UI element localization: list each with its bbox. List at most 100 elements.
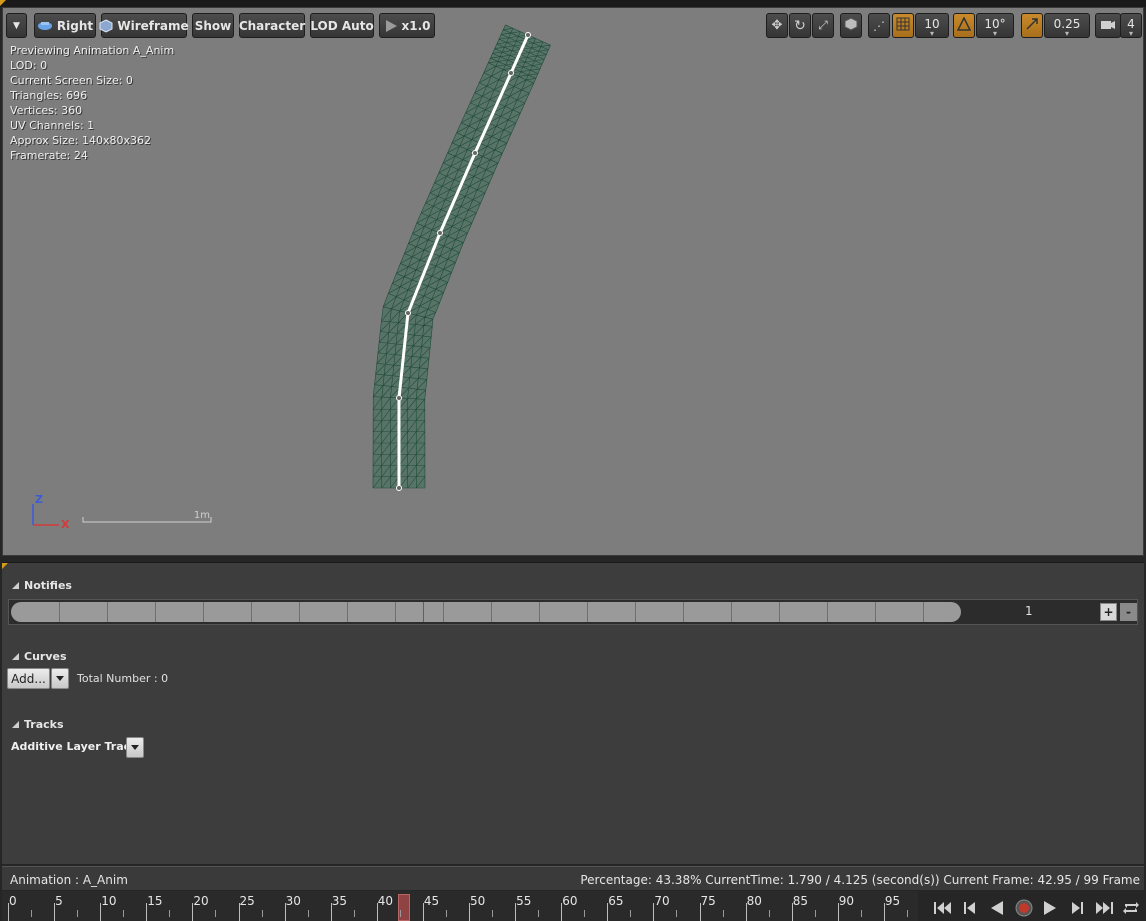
play-button[interactable] [1038,897,1062,919]
curves-section-header[interactable]: Curves [12,650,67,663]
viewport-options-button[interactable]: ▼ [6,13,27,38]
timeline-minor-tick [261,910,263,917]
notify-segment-divider [395,602,396,622]
notify-segment-divider [683,602,684,622]
add-curve-dropdown[interactable] [51,668,69,689]
timeline-label: 85 [792,894,808,908]
camera-icon [1100,18,1116,33]
stats-line: Current Screen Size: 0 [10,74,133,87]
show-label: Show [194,18,232,33]
transport-controls [930,895,1144,921]
skip-to-end-button[interactable] [1092,897,1116,919]
add-track-button[interactable]: + [1100,603,1117,621]
wireframe-cube-icon [99,18,113,33]
timeline-label: 55 [516,894,532,908]
timeline-label: 15 [147,894,163,908]
angle-snap-toggle[interactable] [953,13,975,38]
camera-speed-button[interactable] [1095,13,1121,38]
timeline-label: 25 [239,894,255,908]
grid-snap-toggle[interactable] [892,13,914,38]
skip-to-start-button[interactable] [931,897,955,919]
remove-track-button[interactable]: - [1120,603,1137,621]
record-icon [1015,899,1033,917]
grid-snap-value[interactable]: 10 [915,13,949,38]
loop-icon [1122,902,1139,914]
record-button[interactable] [1012,897,1036,919]
stats-line: Triangles: 696 [10,89,88,102]
notify-segment-divider [443,602,444,622]
angle-snap-value[interactable]: 10° [976,13,1014,38]
notifies-title: Notifies [24,579,72,592]
wireframe-button[interactable]: Wireframe [99,13,189,38]
play-icon [1044,901,1057,915]
notify-track[interactable]: 1 + - [8,599,1138,625]
show-button[interactable]: Show [192,13,234,38]
notify-segment-divider [251,602,252,622]
viewport[interactable]: ▼ Right Wireframe Show Character LOD Aut… [2,7,1144,556]
timeline-label: 40 [377,894,394,908]
plus-icon: + [1103,605,1114,619]
scale-bar: 1m [82,510,212,525]
additive-tracks-dropdown[interactable] [126,737,144,758]
timeline-minor-tick [399,910,401,917]
timeline-label: 65 [608,894,624,908]
tracks-section-header[interactable]: Tracks [12,718,64,731]
minus-icon: - [1126,605,1131,619]
step-back-button[interactable] [958,897,982,919]
notify-segment-divider [731,602,732,622]
timeline-minor-tick [169,910,171,917]
scale-snap-toggle[interactable] [1021,13,1043,38]
character-button[interactable]: Character [239,13,305,38]
timeline-minor-tick [768,910,770,917]
timeline-label: 75 [700,894,716,908]
scale-tool-button[interactable]: ⤢ [812,13,834,38]
timeline-minor-tick [445,910,447,917]
skip-end-icon [1095,902,1113,914]
timeline-label: 5 [55,894,63,908]
timeline-minor-tick [538,910,540,917]
move-icon: ✥ [771,18,783,33]
notify-segment-divider [203,602,204,622]
notify-segment-divider [635,602,636,622]
view-mode-label: Right [56,18,94,33]
grid-icon [896,17,910,34]
lod-button[interactable]: LOD Auto [310,13,374,38]
scale-snap-value[interactable]: 0.25 [1044,13,1090,38]
timeline-label: 20 [193,894,209,908]
translate-tool-button[interactable]: ✥ [766,13,788,38]
chevron-down-icon: ▼ [13,20,20,31]
perspective-icon [37,19,53,33]
timeline-minor-tick [77,910,79,917]
add-curve-button[interactable]: Add... [7,668,50,689]
timeline-label: 0 [9,894,17,908]
rotate-tool-button[interactable]: ↻ [789,13,811,38]
local-space-button[interactable] [840,13,862,38]
timeline-scrubber[interactable]: 0 5 10 15 20 25 30 35 40 45 50 55 60 65 70 75 80 85 90 95 [2,891,918,921]
timeline-label: 95 [884,894,901,908]
play-reverse-icon [990,901,1003,915]
timeline-label: 50 [470,894,486,908]
play-reverse-button[interactable] [985,897,1009,919]
timeline-minor-tick [215,910,217,917]
wireframe-label: Wireframe [117,18,189,33]
timeline-minor-tick [676,910,678,917]
bone-joint [525,32,531,38]
notify-segment-divider [779,602,780,622]
notify-bar[interactable] [11,602,961,622]
animation-name: Animation : A_Anim [10,873,128,887]
playback-speed-button[interactable]: x1.0 [379,13,435,38]
notifies-section-header[interactable]: Notifies [12,579,72,592]
timeline-label: 35 [331,894,347,908]
play-speed-icon [384,19,398,33]
tracks-title: Tracks [24,718,64,731]
notify-segment-divider [347,602,348,622]
view-mode-button[interactable]: Right [34,13,96,38]
axis-x-label: X [61,518,70,531]
step-forward-button[interactable] [1065,897,1089,919]
stats-line: Vertices: 360 [10,104,83,117]
bone-joint [508,70,514,76]
surface-snap-button[interactable]: ⋰ [868,13,890,38]
camera-speed-value[interactable]: 4 [1120,13,1142,38]
timeline-label: 30 [285,894,301,908]
loop-button[interactable] [1119,897,1143,919]
